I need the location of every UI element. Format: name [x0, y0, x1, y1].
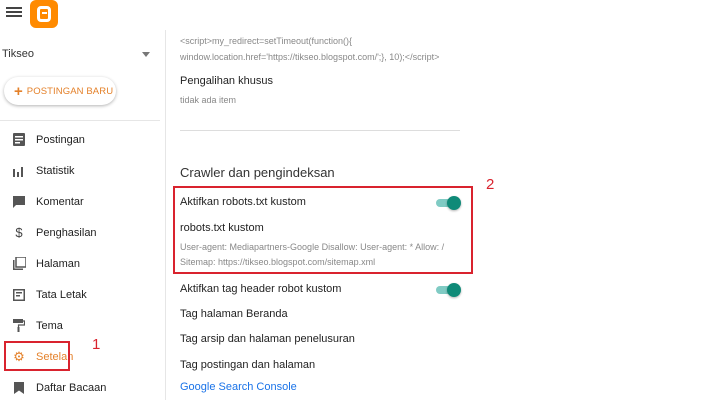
document-icon [12, 133, 26, 147]
paint-roller-icon [12, 319, 26, 333]
sidebar-item-halaman[interactable]: Halaman [0, 248, 166, 279]
custom-redirect-label[interactable]: Pengalihan khusus [180, 75, 273, 87]
sidebar-item-tata-letak[interactable]: Tata Letak [0, 279, 166, 310]
bar-chart-icon [12, 164, 26, 178]
caret-down-icon [142, 52, 150, 57]
sidebar-item-tema[interactable]: Tema [0, 310, 166, 341]
pages-icon [12, 257, 26, 271]
annotation-box-1 [4, 341, 70, 371]
bookmark-icon [12, 381, 26, 395]
section-divider [180, 130, 460, 131]
sidebar-divider [0, 120, 160, 121]
enable-header-tags-toggle[interactable] [436, 283, 461, 297]
comment-icon [12, 195, 26, 209]
sidebar-item-komentar[interactable]: Komentar [0, 186, 166, 217]
search-console-link[interactable]: Google Search Console [180, 381, 297, 393]
sidebar-item-label: Statistik [36, 164, 75, 177]
new-post-label: POSTINGAN BARU [26, 85, 114, 97]
sidebar-item-label: Postingan [36, 133, 85, 146]
blog-selector[interactable]: Tikseo [2, 48, 152, 68]
sidebar-item-label: Penghasilan [36, 226, 97, 239]
sidebar-item-label: Komentar [36, 195, 84, 208]
sidebar-item-postingan[interactable]: Postingan [0, 124, 166, 155]
plus-icon: + [14, 82, 23, 100]
code-line-2: window.location.href='https://tikseo.blo… [180, 52, 440, 62]
enable-header-tags-label: Aktifkan tag header robot kustom [180, 283, 342, 295]
archive-tags-label[interactable]: Tag arsip dan halaman penelusuran [180, 333, 355, 345]
sidebar-item-label: Daftar Bacaan [36, 381, 107, 394]
top-bar [0, 0, 728, 30]
annotation-number-1: 1 [92, 336, 101, 353]
code-line-1: <script>my_redirect=setTimeout(function(… [180, 36, 352, 46]
dollar-icon: $ [15, 225, 23, 240]
blog-name: Tikseo [2, 48, 34, 60]
home-tags-label[interactable]: Tag halaman Beranda [180, 308, 288, 320]
sidebar-item-daftar-bacaan[interactable]: Daftar Bacaan [0, 372, 166, 400]
custom-redirect-value: tidak ada item [180, 95, 237, 105]
annotation-box-2 [173, 186, 473, 274]
sidebar-item-statistik[interactable]: Statistik [0, 155, 166, 186]
hamburger-menu-icon[interactable] [6, 5, 22, 19]
blogger-logo[interactable] [30, 0, 58, 28]
post-tags-label[interactable]: Tag postingan dan halaman [180, 359, 315, 371]
crawler-section-title: Crawler dan pengindeksan [180, 165, 335, 180]
sidebar-item-label: Halaman [36, 257, 81, 270]
layout-icon [12, 288, 26, 302]
sidebar-item-label: Tema [36, 319, 63, 332]
new-post-button[interactable]: + POSTINGAN BARU [4, 77, 116, 105]
annotation-number-2: 2 [486, 176, 495, 193]
redirect-code-text: <script>my_redirect=setTimeout(function(… [180, 33, 480, 65]
sidebar-item-label: Tata Letak [36, 288, 87, 301]
sidebar-item-penghasilan[interactable]: $ Penghasilan [0, 217, 166, 248]
